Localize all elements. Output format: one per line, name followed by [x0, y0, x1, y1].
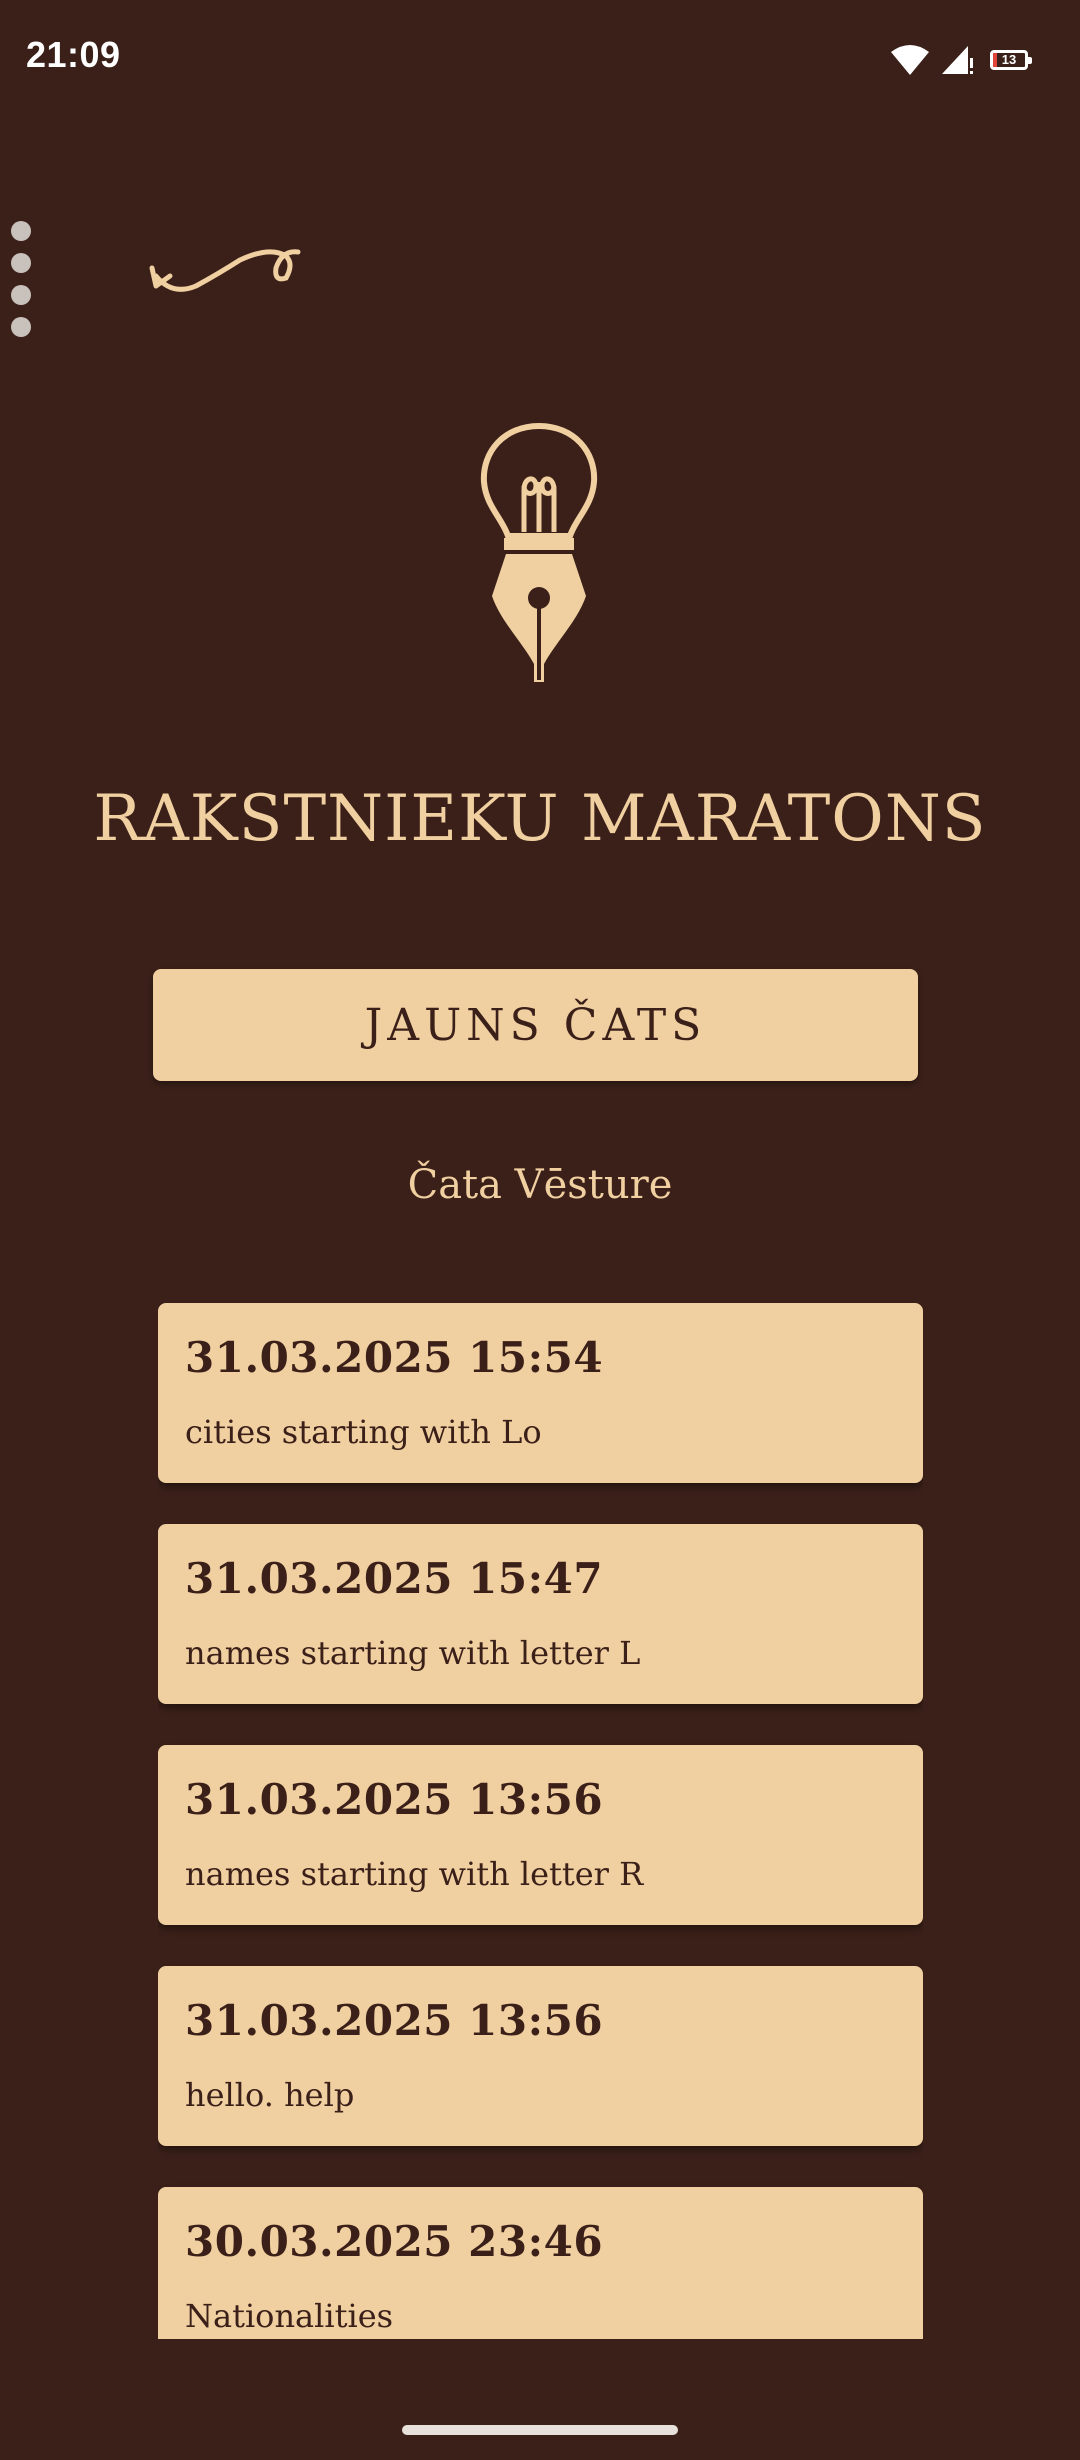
- status-bar: 21:09 13: [0, 0, 1080, 116]
- chat-date: 30.03.2025 23:46: [185, 2217, 604, 2266]
- chat-history-item[interactable]: 30.03.2025 23:46 Nationalities: [158, 2187, 923, 2339]
- app-title: RAKSTNIEKU MARATONS: [93, 782, 987, 856]
- chat-history-heading: Čata Vēsture: [407, 1162, 673, 1208]
- chat-history-item[interactable]: 31.03.2025 15:54 cities starting with Lo: [158, 1303, 923, 1483]
- status-icons: 13: [890, 40, 1032, 80]
- chat-preview: names starting with letter L: [185, 1634, 641, 1672]
- chat-preview: Nationalities: [185, 2297, 394, 2335]
- wifi-icon: [891, 45, 929, 75]
- chat-history-list[interactable]: 31.03.2025 15:54 cities starting with Lo…: [158, 1303, 923, 2339]
- chat-date: 31.03.2025 13:56: [185, 1775, 604, 1824]
- chat-preview: names starting with letter R: [185, 1855, 644, 1893]
- status-time: 21:09: [26, 34, 121, 75]
- chat-preview: hello. help: [185, 2076, 355, 2114]
- chat-preview: cities starting with Lo: [185, 1413, 542, 1451]
- chat-date: 31.03.2025 15:54: [185, 1333, 604, 1382]
- home-indicator[interactable]: [402, 2425, 678, 2435]
- chat-history-item[interactable]: 31.03.2025 13:56 hello. help: [158, 1966, 923, 2146]
- cellular-signal-icon: [942, 46, 973, 74]
- lightbulb-pen-nib-icon: [480, 422, 598, 682]
- new-chat-button[interactable]: JAUNS ČATS: [153, 969, 918, 1081]
- dot-icon: [11, 253, 31, 273]
- side-menu-handle[interactable]: [11, 221, 31, 337]
- battery-icon: 13: [990, 50, 1032, 70]
- chat-date: 31.03.2025 15:47: [185, 1554, 604, 1603]
- dot-icon: [11, 221, 31, 241]
- chat-history-item[interactable]: 31.03.2025 13:56 names starting with let…: [158, 1745, 923, 1925]
- chat-date: 31.03.2025 13:56: [185, 1996, 604, 2045]
- chat-history-item[interactable]: 31.03.2025 15:47 names starting with let…: [158, 1524, 923, 1704]
- curly-back-arrow-icon[interactable]: [148, 240, 304, 306]
- battery-level-text: 13: [1001, 52, 1017, 67]
- dot-icon: [11, 285, 31, 305]
- dot-icon: [11, 317, 31, 337]
